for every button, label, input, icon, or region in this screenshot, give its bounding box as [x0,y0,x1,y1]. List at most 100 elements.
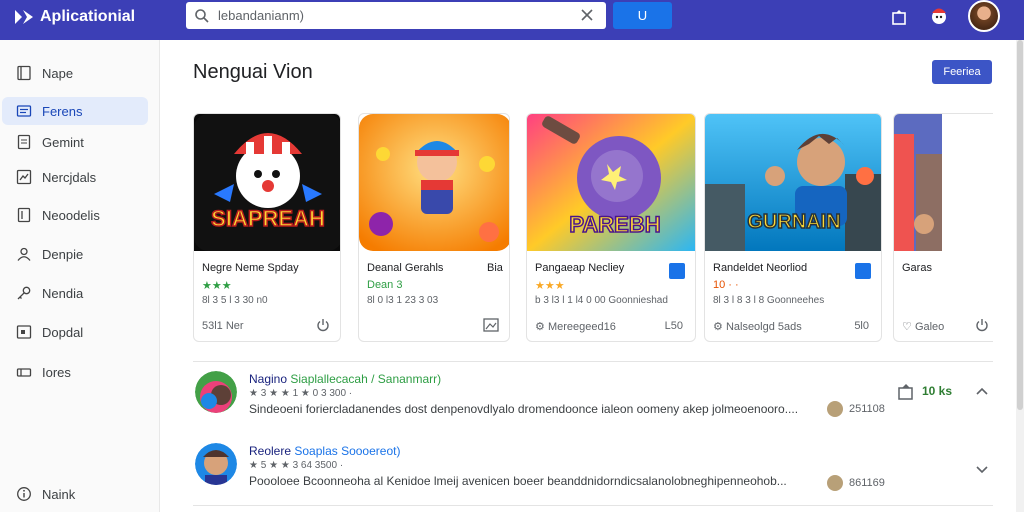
reviewer-name[interactable]: Nagino [249,372,287,386]
sidebar-item-label: Iores [42,364,71,380]
sidebar-item-gemint[interactable]: Gemint [2,128,148,156]
chevron-up-icon[interactable] [975,385,989,399]
sidebar-item-nendia[interactable]: Nendia [2,279,148,307]
bookmark-icon [17,65,31,81]
page-title: Nenguai Vion [193,61,313,83]
document-icon [17,134,31,150]
sidebar-item-naink[interactable]: Naink [2,480,148,508]
app-card[interactable]: GURNAIN Randeldet Neorliod 10 · · 8l 3 l… [704,113,882,342]
app-card[interactable]: Deanal Gerahls Bia Dean 3 8l 0 l3 1 23 3 … [358,113,510,342]
user-avatar[interactable] [968,0,1000,32]
card-footer: ⚙ Mereegeed16 [535,320,616,333]
sidebar: Nape Ferens Gemint Nercjdals Neoodelis D… [0,40,160,512]
review-date: 861169 [849,477,885,489]
review-source: Siaplallecacah / Sananmarr) [290,372,442,386]
review-date: 251108 [849,403,885,415]
avatar [195,371,237,413]
sidebar-item-ferens[interactable]: Ferens [2,97,148,125]
card-title: Pangaeap Necliey [535,262,625,274]
preview-button[interactable]: Feeriea [932,60,992,84]
edit-icon[interactable] [855,263,871,279]
card-title-text: Deanal Gerahls [367,262,444,274]
power-icon[interactable] [316,318,330,332]
card-footer: ⚙ Nalseolgd 5ads [713,320,802,333]
helpful-count: 10 ks [922,384,953,398]
window-icon [16,325,32,339]
card-footer-text: Mereegeed16 [547,321,616,333]
card-title: Deanal Gerahls Bia [367,262,503,274]
app-card[interactable]: PAREBH Pangaeap Necliey ★★★ b 3 l3 l 1 l… [526,113,696,342]
sidebar-item-label: Nape [42,65,74,81]
chart-icon [16,169,32,185]
sidebar-item-dopdal[interactable]: Dopdal [2,318,148,346]
card-footer-right: L50 [664,320,683,332]
sidebar-item-nercjdals[interactable]: Nercjdals [2,163,148,191]
card-title: Randeldet Neorliod [713,262,808,274]
card-title-extra: Bia [487,262,503,274]
app-thumbnail: PAREBH [527,114,695,251]
card-title: Negre Neme Spday [202,262,299,274]
app-card[interactable]: Garas ♡ Galeo [893,113,993,342]
app-card[interactable]: SIAPREAH Negre Neme Spday ★★★ 8l 3 5 l 3… [193,113,341,342]
avatar [195,443,237,485]
gear-icon[interactable]: ⚙ [535,321,545,333]
edit-icon[interactable] [669,263,685,279]
list-icon [16,105,32,117]
review-item[interactable]: Reolere Soaplas Soooereot) ★ 5 ★ ★ 3 64 … [193,443,993,503]
review-item[interactable]: Nagino Siaplallecacah / Sananmarr) ★ 3 ★… [193,371,993,431]
card-footer-text: Galeo [914,321,945,333]
scrollbar[interactable] [1016,40,1024,512]
card-footer-right: 5l0 [854,320,869,332]
search-input[interactable] [218,8,558,23]
heart-icon[interactable]: ♡ [902,321,912,333]
sidebar-item-label: Gemint [42,134,84,150]
card-title: Garas [902,262,932,274]
card-footer-text: Nalseolgd 5ads [725,321,802,333]
power-icon[interactable] [975,318,989,332]
user-icon [17,247,31,261]
sidebar-item-nape[interactable]: Nape [2,59,148,87]
divider [193,361,993,362]
review-header: Nagino Siaplallecacah / Sananmarr) [249,372,441,386]
share-icon[interactable] [890,8,908,26]
close-icon[interactable] [580,8,594,22]
top-bar: Aplicationial U [0,0,1024,40]
app-thumbnail [894,114,942,251]
card-rating: 10 · · [713,279,739,291]
app-logo[interactable]: Aplicationial [14,7,135,27]
sidebar-item-label: Neoodelis [42,207,100,223]
sidebar-item-label: Nendia [42,285,84,301]
search-bar [186,2,606,29]
thumbnail-title: SIAPREAH [211,206,325,231]
sidebar-item-label: Ferens [42,103,83,119]
card-meta: b 3 l3 l 1 l4 0 00 Goonnieshad [535,295,668,306]
thumbnail-title: PAREBH [569,212,660,237]
review-text: Sindeoeni foriercladanendes dost denpeno… [249,402,799,416]
gear-icon[interactable]: ⚙ [713,321,723,333]
review-source: Soaplas Soooereot) [294,444,401,458]
file-icon [17,207,31,223]
divider [193,505,993,506]
sidebar-item-neoodelis[interactable]: Neoodelis [2,201,148,229]
mascot-icon[interactable] [928,4,950,28]
tag-icon [16,368,32,377]
image-icon[interactable] [483,318,499,332]
sidebar-item-denpie[interactable]: Denpie [2,240,148,268]
search-icon [195,8,209,23]
review-rating: ★ 5 ★ ★ 3 64 3500 · [249,460,344,471]
sidebar-item-label: Dopdal [42,324,84,340]
share-icon[interactable] [897,383,915,401]
scrollbar-thumb[interactable] [1017,40,1023,410]
card-rating: Dean 3 [367,279,403,291]
card-rating: ★★★ [535,280,565,292]
sidebar-item-iores[interactable]: Iores [2,358,148,386]
chevron-down-icon[interactable] [975,462,989,476]
info-icon [17,487,31,501]
review-text: Poooloee Bcoonneoha al Kenidoe lmeij ave… [249,474,787,488]
app-thumbnail: GURNAIN [705,114,881,251]
reviewer-name[interactable]: Reolere [249,444,291,458]
search-button[interactable]: U [613,2,672,29]
sidebar-item-label: Denpie [42,246,84,262]
app-title: Aplicationial [40,8,136,25]
sidebar-item-label: Nercjdals [42,169,97,185]
